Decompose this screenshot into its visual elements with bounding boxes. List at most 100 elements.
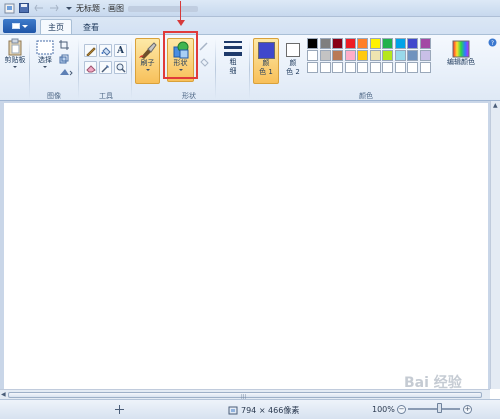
baidu-watermark: Bai 经验 [404,375,462,391]
palette-swatch[interactable] [332,62,343,73]
zoom-level: 100% [372,405,395,414]
palette-swatch[interactable] [394,50,406,61]
palette-swatch[interactable] [394,38,406,49]
select-button[interactable]: 选择 [34,40,56,68]
palette-swatch[interactable] [307,62,318,73]
dimensions-text: 794 × 466像素 [241,406,300,415]
chevron-down-icon [43,66,47,68]
help-button[interactable]: ? [488,38,497,47]
brushes-button[interactable]: 刷子 [135,38,160,84]
palette-swatch[interactable] [382,38,393,49]
rotate-icon [60,69,73,76]
cursor-position-icon [115,405,124,414]
palette-swatch[interactable] [344,50,356,61]
palette-swatch[interactable] [319,62,331,73]
select-label: 选择 [38,56,52,64]
zoom-slider-thumb[interactable] [437,403,442,413]
palette-swatch[interactable] [369,62,381,73]
edit-colors-button[interactable]: 编辑颜色 [446,40,476,67]
undo-icon[interactable] [33,2,45,14]
save-icon[interactable] [18,2,30,14]
chevron-down-icon [145,69,150,71]
color1-button[interactable]: 颜 色 1 [253,38,279,84]
drawing-canvas[interactable] [4,103,488,389]
shape-fill-button[interactable] [199,57,209,67]
customize-qat-icon[interactable] [63,2,75,14]
resize-icon [59,54,69,64]
resize-button[interactable] [59,54,69,64]
scroll-up-icon[interactable]: ▲ [493,102,498,109]
horizontal-scroll-thumb[interactable]: ||| [8,392,482,400]
palette-swatch[interactable] [419,50,431,61]
select-icon [36,40,54,55]
fill-tool[interactable] [99,44,112,57]
palette-swatch[interactable] [357,50,368,61]
palette-swatch[interactable] [319,50,331,61]
palette-swatch[interactable] [382,50,393,61]
palette-swatch[interactable] [407,50,418,61]
crop-button[interactable] [59,40,69,50]
clipboard-button[interactable]: 剪贴板 [3,38,27,68]
color1-label-2: 色 1 [259,68,273,76]
palette-swatch[interactable] [307,50,318,61]
paint-bucket-icon [101,46,111,56]
palette-swatch[interactable] [307,38,318,49]
eraser-icon [85,64,96,72]
color2-button[interactable]: 颜 色 2 [282,38,304,84]
palette-swatch[interactable] [419,38,431,49]
shape-outline-button[interactable] [199,41,209,51]
group-divider [78,39,79,99]
color2-label-2: 色 2 [286,68,300,76]
text-icon: A [117,45,124,56]
palette-swatch[interactable] [369,38,381,49]
magnifier-tool[interactable] [114,61,127,74]
color2-label-1: 颜 [289,59,297,67]
colors-group-label: 颜色 [359,92,373,100]
magnifier-icon [116,63,126,73]
group-divider [131,39,132,99]
palette-swatch[interactable] [344,62,356,73]
palette-swatch[interactable] [382,62,393,73]
rotate-button[interactable] [59,67,73,77]
brushes-label: 刷子 [140,59,155,67]
status-bar: 794 × 466像素 100% − + [0,399,500,419]
palette-swatch[interactable] [407,38,418,49]
vertical-scrollbar[interactable]: ▲ [490,101,500,389]
zoom-out-button[interactable]: − [397,405,406,414]
color1-swatch [257,42,275,59]
canvas-workspace [0,101,500,389]
paint-app-icon[interactable] [3,2,15,14]
tab-home[interactable]: 主页 [40,19,72,35]
palette-swatch[interactable] [407,62,418,73]
tab-view[interactable]: 查看 [78,19,104,35]
paint-menu-button[interactable] [3,19,36,33]
zoom-in-button[interactable]: + [463,405,472,414]
size-button[interactable]: 粗 细 [221,40,245,76]
palette-swatch[interactable] [319,38,331,49]
eraser-tool[interactable] [84,61,97,74]
palette-swatch[interactable] [332,50,343,61]
palette-swatch[interactable] [369,50,381,61]
chevron-down-icon [13,66,17,68]
annotation-arrow-head [177,20,185,26]
image-dimensions: 794 × 466像素 [228,405,299,416]
palette-swatch[interactable] [357,38,368,49]
palette-swatch[interactable] [419,62,431,73]
group-divider [29,39,30,99]
redo-icon[interactable] [48,2,60,14]
color-picker-tool[interactable] [99,61,112,74]
palette-swatch[interactable] [332,38,343,49]
text-tool[interactable]: A [114,44,127,57]
palette-swatch[interactable] [357,62,368,73]
zoom-slider-track[interactable] [408,408,460,410]
palette-swatch[interactable] [344,38,356,49]
eyedropper-icon [100,64,109,73]
clipboard-label: 剪贴板 [4,56,26,64]
annotation-arrow-line [180,1,181,21]
quick-access-toolbar [3,2,75,14]
zoom-text: 100% [372,405,395,414]
pencil-tool[interactable] [84,44,97,57]
palette-swatch[interactable] [394,62,406,73]
color1-label-1: 颜 [262,59,270,67]
scroll-left-icon[interactable]: ◀ [1,391,6,398]
